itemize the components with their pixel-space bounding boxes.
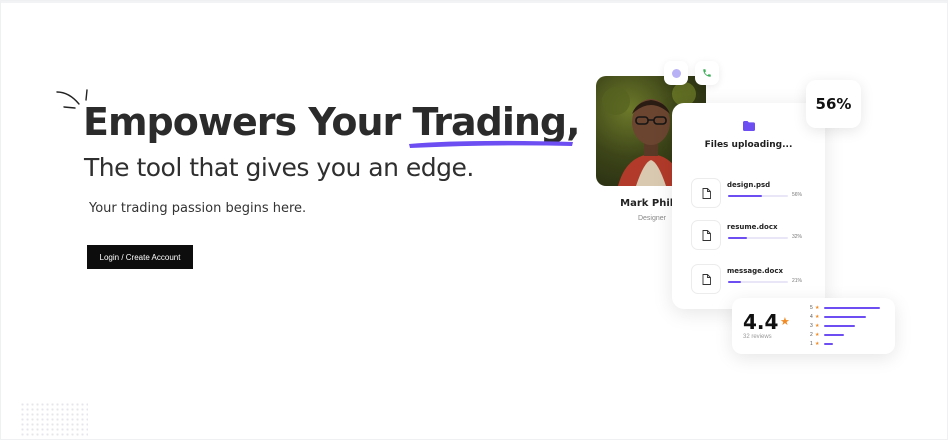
decorative-dot-grid — [20, 402, 88, 438]
star-icon: ★ — [815, 332, 820, 338]
rating-distribution-row: 4 ★ — [810, 313, 890, 321]
reviews-card: 4.4 ★ 32 reviews 5 ★ 4 ★ 3 ★ 2 ★ 1 ★ — [732, 298, 895, 354]
rating-distribution-row: 2 ★ — [810, 331, 890, 339]
file-icon — [691, 178, 721, 208]
file-name: message.docx — [727, 267, 783, 275]
rating-value: 4.4 — [743, 310, 779, 334]
file-progress-bar — [728, 195, 788, 197]
rating-distribution-row: 1 ★ — [810, 340, 890, 348]
star-icon: ★ — [815, 341, 820, 347]
file-row: resume.docx 32% — [691, 220, 811, 250]
file-icon — [691, 264, 721, 294]
file-row: message.docx 21% — [691, 264, 811, 294]
rating-distribution-bar — [824, 316, 866, 318]
star-icon: ★ — [815, 314, 820, 320]
login-create-account-button[interactable]: Login / Create Account — [87, 245, 193, 269]
headline-highlight: Trading — [409, 98, 574, 148]
rating-distribution-bar — [824, 334, 844, 336]
headline-prefix: Empowers Your — [83, 100, 413, 144]
star-icon: ★ — [780, 316, 790, 328]
file-progress-label: 32% — [792, 234, 803, 240]
folder-icon — [743, 121, 755, 131]
review-count: 32 reviews — [743, 334, 772, 340]
file-progress-label: 21% — [792, 278, 803, 284]
video-call-icon — [671, 68, 681, 78]
file-name: resume.docx — [727, 223, 778, 231]
rating-distribution-bar — [824, 343, 833, 345]
file-icon — [691, 220, 721, 250]
upload-percent-badge: 56% — [806, 80, 861, 128]
file-progress-fill — [728, 195, 762, 197]
rating-stars-label: 4 — [810, 314, 813, 320]
rating-stars-label: 2 — [810, 332, 813, 338]
star-icon: ★ — [815, 305, 820, 311]
hero-headline: Empowers Your Trading, — [83, 98, 581, 148]
brush-underline — [409, 140, 574, 148]
rating-stars-label: 1 — [810, 341, 813, 347]
rating-stars-label: 3 — [810, 323, 813, 329]
files-upload-card: Files uploading... design.psd 56% resume… — [672, 103, 825, 309]
file-row: design.psd 56% — [691, 178, 811, 208]
file-name: design.psd — [727, 181, 771, 189]
hero-tagline: Your trading passion begins here. — [89, 201, 307, 216]
video-call-button[interactable] — [664, 61, 688, 85]
file-progress-fill — [728, 281, 741, 283]
rating-distribution-bar — [824, 307, 880, 309]
hero-subheadline: The tool that gives you an edge. — [84, 153, 474, 182]
file-progress-bar — [728, 237, 788, 239]
file-progress-bar — [728, 281, 788, 283]
rating-distribution-row: 3 ★ — [810, 322, 890, 330]
upload-title: Files uploading... — [704, 140, 793, 150]
file-progress-fill — [728, 237, 748, 239]
rating-distribution-bar — [824, 325, 855, 327]
phone-icon — [703, 69, 711, 77]
star-icon: ★ — [815, 323, 820, 329]
rating-stars-label: 5 — [810, 305, 813, 311]
file-progress-label: 56% — [792, 192, 803, 198]
rating-distribution-row: 5 ★ — [810, 304, 890, 312]
phone-call-button[interactable] — [695, 61, 719, 85]
